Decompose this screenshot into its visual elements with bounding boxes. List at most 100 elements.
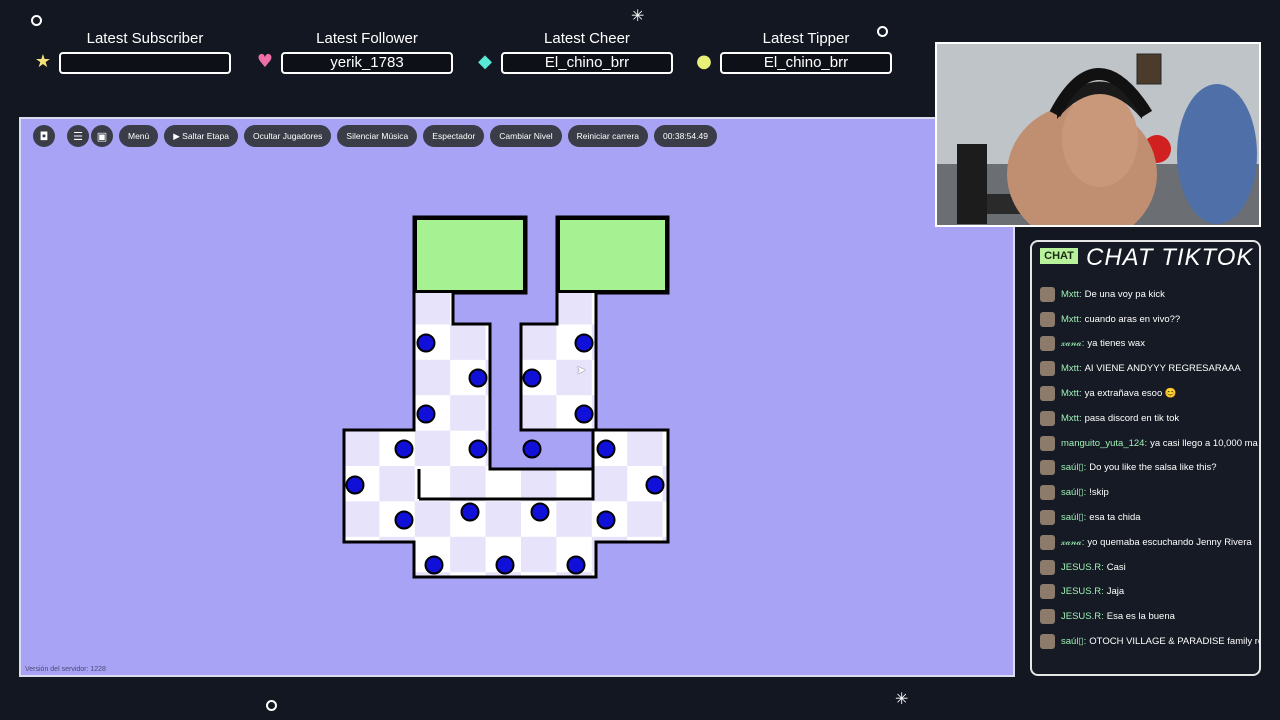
avatar — [1040, 460, 1055, 476]
avatar — [1040, 559, 1055, 575]
chat-username: JESUS.R: — [1061, 586, 1104, 598]
enemy-dot — [460, 502, 480, 522]
chat-message: JESUS.R: Casi — [1040, 555, 1260, 580]
chat-text: Casi — [1106, 561, 1126, 573]
sparkle-ring — [31, 15, 42, 26]
sparkle-star-icon: ✳ — [895, 689, 909, 708]
game-viewport[interactable]: ◘ ☰ ▣ Menú ▶ Saltar Etapa Ocultar Jugado… — [19, 117, 1015, 677]
chat-message: Mxtt: ya extrañava esoo 😊 — [1040, 381, 1260, 406]
chat-username: Mxtt: — [1061, 363, 1082, 375]
chat-username: 𝓍𝒶𝓃𝒶: — [1061, 338, 1085, 350]
chat-username: Mxtt: — [1061, 313, 1082, 325]
level-map — [342, 215, 670, 579]
chat-text: Do you like the salsa like this? — [1089, 462, 1217, 474]
enemy-dot — [574, 404, 594, 424]
chat-username: Mxtt: — [1061, 388, 1082, 400]
chat-username: saúl▯: — [1061, 487, 1087, 499]
safe-zone-left — [414, 217, 526, 293]
enemy-dot — [596, 510, 616, 530]
enemy-dot — [394, 439, 414, 459]
enemy-dot — [530, 502, 550, 522]
chat-message: saúl▯: esa ta chida — [1040, 505, 1260, 530]
chat-username: Mxtt: — [1061, 288, 1082, 300]
level-floor — [342, 215, 670, 579]
chat-message: Mxtt: pasa discord en tik tok — [1040, 406, 1260, 431]
avatar — [1040, 311, 1055, 327]
chat-message: Mxtt: De una voy pa kick — [1040, 282, 1260, 307]
chat-username: Mxtt: — [1061, 412, 1082, 424]
chat-message: 𝓍𝒶𝓃𝒶: yo quemaba escuchando Jenny Rivera — [1040, 530, 1260, 555]
chat-text: yo quemaba escuchando Jenny Rivera — [1087, 536, 1252, 548]
avatar — [1040, 410, 1055, 426]
avatar — [1040, 361, 1055, 377]
chat-text: cuando aras en vivo?? — [1084, 313, 1181, 325]
enemy-dot — [522, 439, 542, 459]
enemy-dot — [468, 439, 488, 459]
alert-value: El_chino_brr — [501, 52, 673, 74]
enemy-dot — [345, 475, 365, 495]
chat-text: pasa discord en tik tok — [1084, 412, 1180, 424]
alert-title: Latest Cheer — [544, 30, 630, 47]
avatar — [1040, 435, 1055, 451]
chat-panel: CHAT CHAT TIKTOK Mxtt: De una voy pa kick… — [1030, 240, 1261, 676]
enemy-dot — [495, 555, 515, 575]
chat-username: saúl▯: — [1061, 462, 1087, 474]
chat-message: saúl▯: Do you like the salsa like this? — [1040, 456, 1260, 481]
heart-icon: ♥ — [256, 51, 274, 72]
avatar — [1040, 286, 1055, 302]
enemy-dot — [566, 555, 586, 575]
webcam-feed — [935, 42, 1261, 227]
chat-message: Mxtt: AI VIENE ANDYYY REGRESARAAA — [1040, 356, 1260, 381]
chat-message: JESUS.R: Jaja — [1040, 580, 1260, 605]
avatar — [1040, 634, 1055, 650]
chat-message: manguito_yuta_124: ya casi llego a 10,000… — [1040, 431, 1260, 456]
chat-text: ya extrañava esoo 😊 — [1084, 388, 1177, 400]
chat-message: 𝓍𝒶𝓃𝒶: ya tienes wax — [1040, 332, 1260, 357]
chat-text: !skip — [1089, 487, 1109, 499]
enemy-dot — [596, 439, 616, 459]
enemy-dot — [416, 404, 436, 424]
chat-text: AI VIENE ANDYYY REGRESARAAA — [1084, 363, 1241, 375]
chat-username: 𝓍𝒶𝓃𝒶: — [1061, 536, 1085, 548]
alert-title: Latest Tipper — [762, 30, 850, 47]
avatar — [1040, 534, 1055, 550]
chat-text: Esa es la buena — [1106, 611, 1175, 623]
star-icon: ★ — [34, 51, 52, 72]
sparkle-star-icon: ✳ — [631, 6, 645, 25]
alert-value: El_chino_brr — [720, 52, 892, 74]
chat-text: ya tienes wax — [1087, 338, 1145, 350]
avatar — [1040, 485, 1055, 501]
chat-message: Mxtt: cuando aras en vivo?? — [1040, 307, 1260, 332]
avatar — [1040, 336, 1055, 352]
avatar — [1040, 609, 1055, 625]
chat-message: saúl▯: !skip — [1040, 480, 1260, 505]
webcam-image — [937, 44, 1259, 225]
chat-text: esa ta chida — [1089, 512, 1141, 524]
server-version: Versión del servidor: 1228 — [25, 666, 106, 673]
sparkle-ring — [266, 700, 277, 711]
diamond-icon: ◆ — [478, 51, 492, 72]
alert-title: Latest Subscriber — [86, 30, 204, 47]
chat-username: saúl▯: — [1061, 636, 1087, 648]
avatar — [1040, 386, 1055, 402]
safe-zone-right — [557, 217, 668, 293]
enemy-dot — [468, 368, 488, 388]
alert-value: yerik_1783 — [281, 52, 453, 74]
chat-text: ya casi llego a 10,000 ma — [1150, 437, 1258, 449]
avatar — [1040, 584, 1055, 600]
enemy-dot — [574, 333, 594, 353]
chat-title: CHAT TIKTOK — [1086, 244, 1254, 271]
chat-username: JESUS.R: — [1061, 561, 1104, 573]
chat-message-list: Mxtt: De una voy pa kick Mxtt: cuando aras … — [1040, 282, 1260, 654]
enemy-dot — [416, 333, 436, 353]
enemy-dot — [522, 368, 542, 388]
chat-message: saúl▯: OTOCH VILLAGE & PARADISE family re… — [1040, 629, 1260, 654]
avatar — [1040, 510, 1055, 526]
chat-text: De una voy pa kick — [1084, 288, 1165, 300]
enemy-dot — [645, 475, 665, 495]
chat-username: saúl▯: — [1061, 512, 1087, 524]
chat-username: manguito_yuta_124: — [1061, 437, 1148, 449]
chat-username: JESUS.R: — [1061, 611, 1104, 623]
alert-title: Latest Follower — [316, 30, 418, 47]
chat-text: OTOCH VILLAGE & PARADISE family res — [1089, 636, 1260, 648]
